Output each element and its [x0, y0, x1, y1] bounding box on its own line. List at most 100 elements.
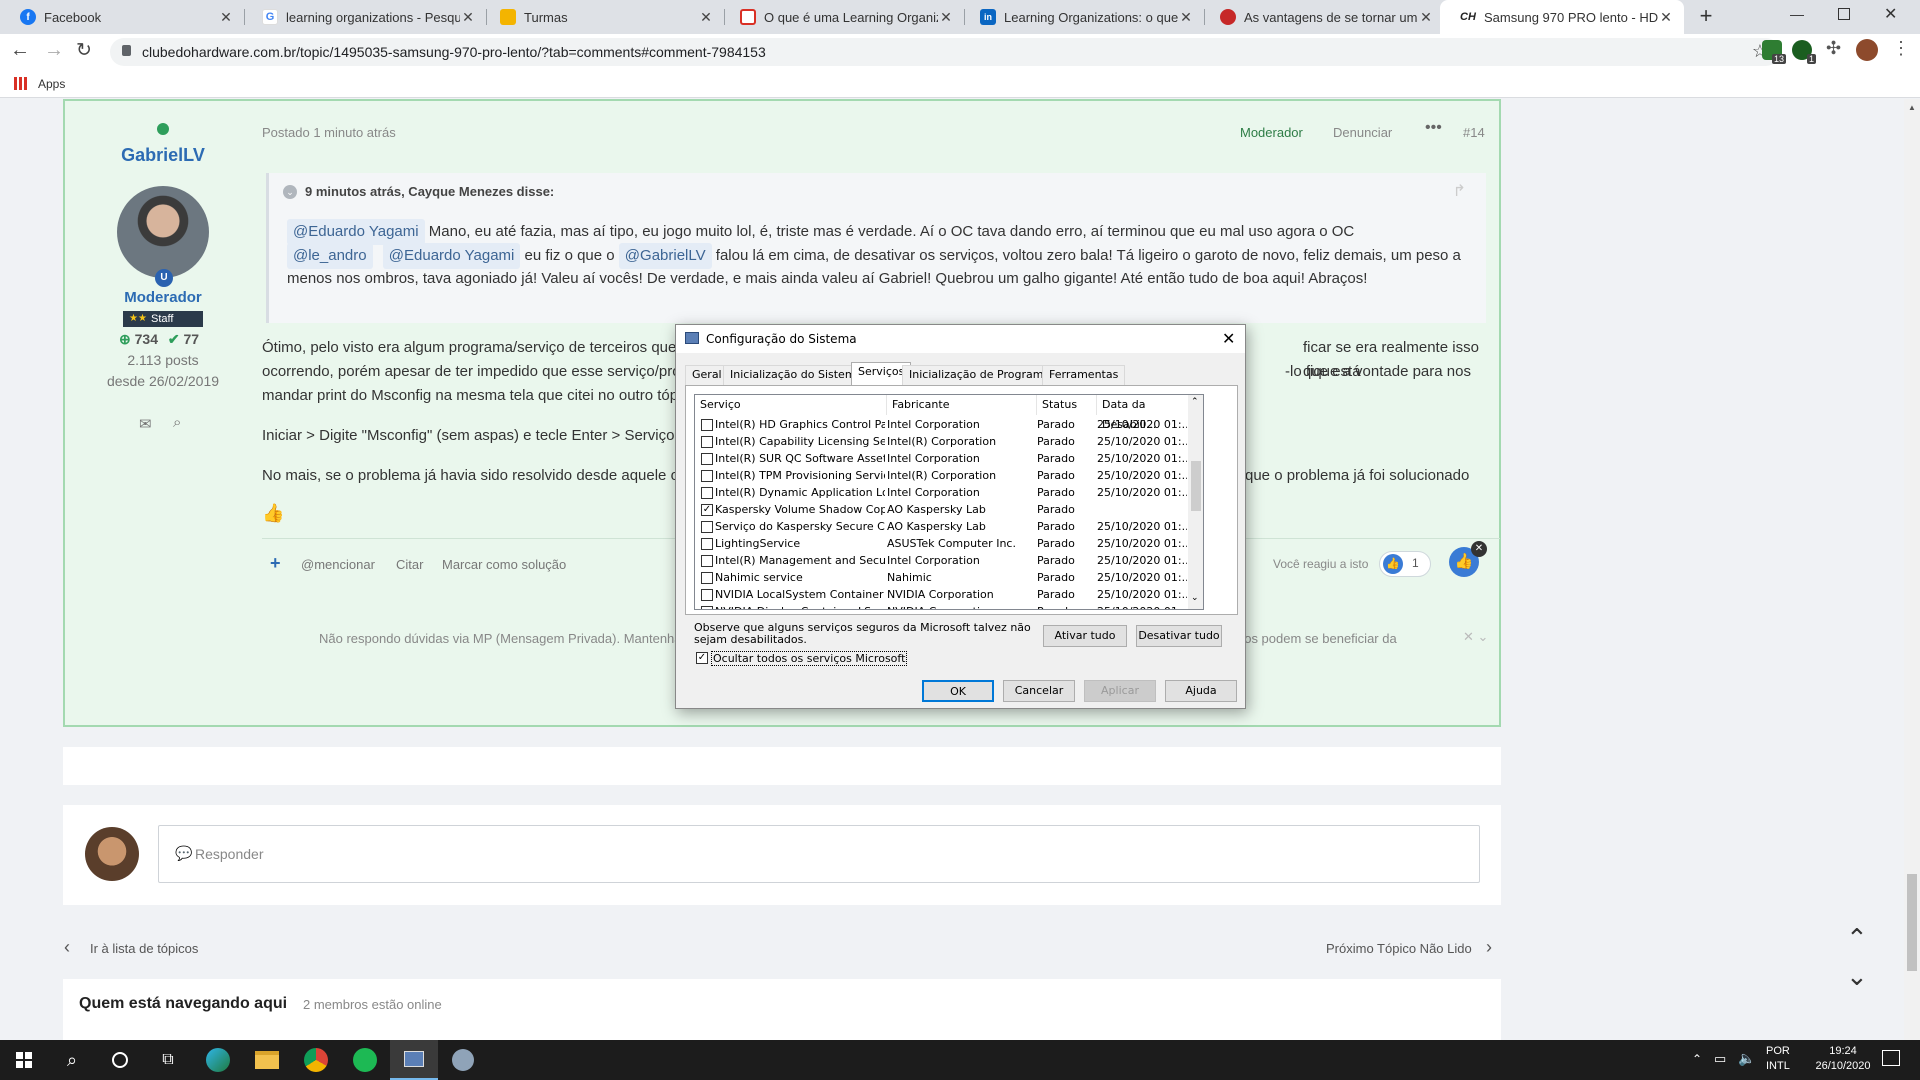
- service-row[interactable]: Intel(R) TPM Provisioning Service Intel(R…: [695, 467, 1203, 484]
- page-scrollbar[interactable]: ▲: [1904, 99, 1920, 1040]
- address-bar[interactable]: clubedohardware.com.br/topic/1495035-sam…: [110, 38, 1780, 66]
- close-icon[interactable]: ✕: [1658, 9, 1674, 26]
- report-link[interactable]: Denunciar: [1333, 125, 1392, 140]
- close-icon[interactable]: ✕ ⌄: [1463, 629, 1488, 645]
- close-icon[interactable]: ✕: [460, 9, 476, 26]
- tab-vantagens[interactable]: As vantagens de se tornar uma Le ✕: [1200, 0, 1444, 34]
- tab-inicializacao-sistema[interactable]: Inicialização do Sistema: [723, 365, 870, 385]
- disable-all-button[interactable]: Desativar tudo: [1136, 625, 1222, 647]
- author-name[interactable]: GabrielLV: [95, 143, 231, 167]
- next-unread-link[interactable]: Próximo Tópico Não Lido: [1326, 941, 1472, 956]
- close-icon[interactable]: ✕: [1222, 329, 1235, 348]
- mention-button[interactable]: @mencionar: [301, 557, 375, 572]
- post-number[interactable]: #14: [1463, 125, 1485, 140]
- column-header-date[interactable]: Data da Desabili...: [1097, 395, 1189, 431]
- apps-link[interactable]: Apps: [38, 77, 65, 91]
- service-row[interactable]: Intel(R) SUR QC Software Asset... Intel C…: [695, 450, 1203, 467]
- remove-reaction-icon[interactable]: ✕: [1471, 541, 1487, 557]
- service-checkbox[interactable]: [701, 487, 713, 499]
- service-checkbox[interactable]: [701, 572, 713, 584]
- tab-facebook[interactable]: f Facebook ✕: [0, 0, 244, 34]
- reply-input[interactable]: 💬 Responder: [158, 825, 1480, 883]
- extension-icon[interactable]: 13: [1762, 40, 1786, 64]
- help-button[interactable]: Ajuda: [1165, 680, 1237, 702]
- maximize-button[interactable]: [1838, 8, 1850, 20]
- service-row[interactable]: Intel(R) Management and Securi...Intel C…: [695, 552, 1203, 569]
- tab-turmas[interactable]: Turmas ✕: [480, 0, 724, 34]
- author-avatar[interactable]: [117, 186, 209, 278]
- list-scrollbar[interactable]: ⌃ ⌄: [1188, 395, 1203, 609]
- minimize-button[interactable]: —: [1790, 6, 1804, 22]
- language-indicator[interactable]: POR INTL: [1766, 1044, 1790, 1074]
- service-row[interactable]: Intel(R) Dynamic Application Loa...Intel…: [695, 484, 1203, 501]
- volume-icon[interactable]: 🔈: [1738, 1050, 1755, 1067]
- network-icon[interactable]: ▭: [1714, 1051, 1726, 1067]
- chevron-left-icon[interactable]: ‹: [64, 937, 70, 958]
- service-row[interactable]: Nahimic service Nahimic Parado 25/10/2020 0…: [695, 569, 1203, 586]
- service-row[interactable]: ✓ Kaspersky Volume Shadow Copy... AO Kaspe…: [695, 501, 1203, 518]
- service-row[interactable]: Intel(R) Capability Licensing Ser... Inte…: [695, 433, 1203, 450]
- tab-google-search[interactable]: G learning organizations - Pesquisa ✕: [242, 0, 486, 34]
- tab-learning-organization[interactable]: O que é uma Learning Organization ✕: [720, 0, 964, 34]
- service-checkbox[interactable]: [701, 453, 713, 465]
- hide-microsoft-checkbox[interactable]: ✓: [696, 652, 708, 664]
- service-row[interactable]: NVIDIA Display Container LSNVIDIA Corpor…: [695, 603, 1203, 609]
- service-row[interactable]: LightingService ASUSTek Computer Inc. Para…: [695, 535, 1203, 552]
- scrollbar-thumb[interactable]: [1907, 874, 1917, 971]
- spotify-icon[interactable]: [341, 1040, 389, 1080]
- chrome-icon[interactable]: [292, 1040, 340, 1080]
- chevron-right-icon[interactable]: ›: [1486, 937, 1492, 958]
- reload-icon[interactable]: ↻: [76, 39, 92, 62]
- windows-start-icon[interactable]: [0, 1040, 48, 1080]
- enable-all-button[interactable]: Ativar tudo: [1043, 625, 1127, 647]
- hide-microsoft-label[interactable]: Ocultar todos os serviços Microsoft: [711, 651, 908, 666]
- task-view-icon[interactable]: ⧉: [144, 1040, 192, 1080]
- msconfig-taskbar-icon[interactable]: [390, 1040, 438, 1080]
- mention-link[interactable]: @Eduardo Yagami: [382, 243, 521, 269]
- profile-avatar[interactable]: [1856, 39, 1878, 61]
- mention-link[interactable]: @le_andro: [287, 243, 373, 269]
- service-row[interactable]: NVIDIA LocalSystem Container NVIDIA Corpo…: [695, 586, 1203, 603]
- services-list[interactable]: Serviço Fabricante Status Data da Desabi…: [694, 394, 1204, 610]
- service-checkbox[interactable]: [701, 555, 713, 567]
- service-checkbox[interactable]: [701, 606, 713, 609]
- scroll-up-icon[interactable]: ⌃: [1191, 397, 1199, 407]
- service-checkbox[interactable]: [701, 538, 713, 550]
- close-icon[interactable]: ✕: [218, 9, 234, 26]
- service-checkbox[interactable]: [701, 521, 713, 533]
- close-icon[interactable]: ✕: [1178, 9, 1194, 26]
- file-explorer-icon[interactable]: [243, 1040, 291, 1080]
- chevron-up-icon[interactable]: ⌃: [1692, 1052, 1702, 1066]
- scroll-bottom-icon[interactable]: ⌄: [1846, 961, 1868, 992]
- scroll-up-icon[interactable]: ▲: [1908, 103, 1916, 112]
- cortana-icon[interactable]: [96, 1040, 144, 1080]
- extension-icon[interactable]: 1: [1792, 40, 1816, 64]
- more-options-icon[interactable]: •••: [1425, 119, 1442, 137]
- service-checkbox[interactable]: [701, 470, 713, 482]
- close-icon[interactable]: ✕: [938, 9, 954, 26]
- search-icon[interactable]: ⌕: [173, 414, 181, 431]
- puzzle-icon[interactable]: ✣: [1826, 38, 1841, 59]
- multiquote-button[interactable]: +: [270, 553, 281, 574]
- chevron-down-icon[interactable]: ⌄: [283, 185, 297, 199]
- back-arrow-icon[interactable]: ←: [10, 39, 30, 62]
- tab-inicializacao-programas[interactable]: Inicialização de Programas: [902, 365, 1063, 385]
- scrollbar-thumb[interactable]: [1191, 461, 1201, 511]
- service-checkbox[interactable]: [701, 419, 713, 431]
- apply-button[interactable]: Aplicar: [1084, 680, 1156, 702]
- column-header-service[interactable]: Serviço: [695, 395, 887, 415]
- forward-arrow-icon[interactable]: →: [44, 39, 64, 62]
- envelope-icon[interactable]: ✉: [139, 415, 152, 433]
- reaction-summary[interactable]: 👍 1: [1379, 551, 1431, 577]
- service-checkbox[interactable]: [701, 436, 713, 448]
- menu-icon[interactable]: ⋮: [1892, 38, 1910, 59]
- tab-clubedohardware[interactable]: CH Samsung 970 PRO lento - HDs (d ✕: [1440, 0, 1684, 34]
- cancel-button[interactable]: Cancelar: [1003, 680, 1075, 702]
- clock[interactable]: 19:24 26/10/2020: [1808, 1044, 1878, 1074]
- quote-button[interactable]: Citar: [396, 557, 423, 572]
- service-checkbox[interactable]: ✓: [701, 504, 713, 516]
- mention-link[interactable]: @GabrielLV: [618, 243, 712, 269]
- column-header-manufacturer[interactable]: Fabricante: [887, 395, 1037, 415]
- service-checkbox[interactable]: [701, 589, 713, 601]
- column-header-status[interactable]: Status: [1037, 395, 1097, 415]
